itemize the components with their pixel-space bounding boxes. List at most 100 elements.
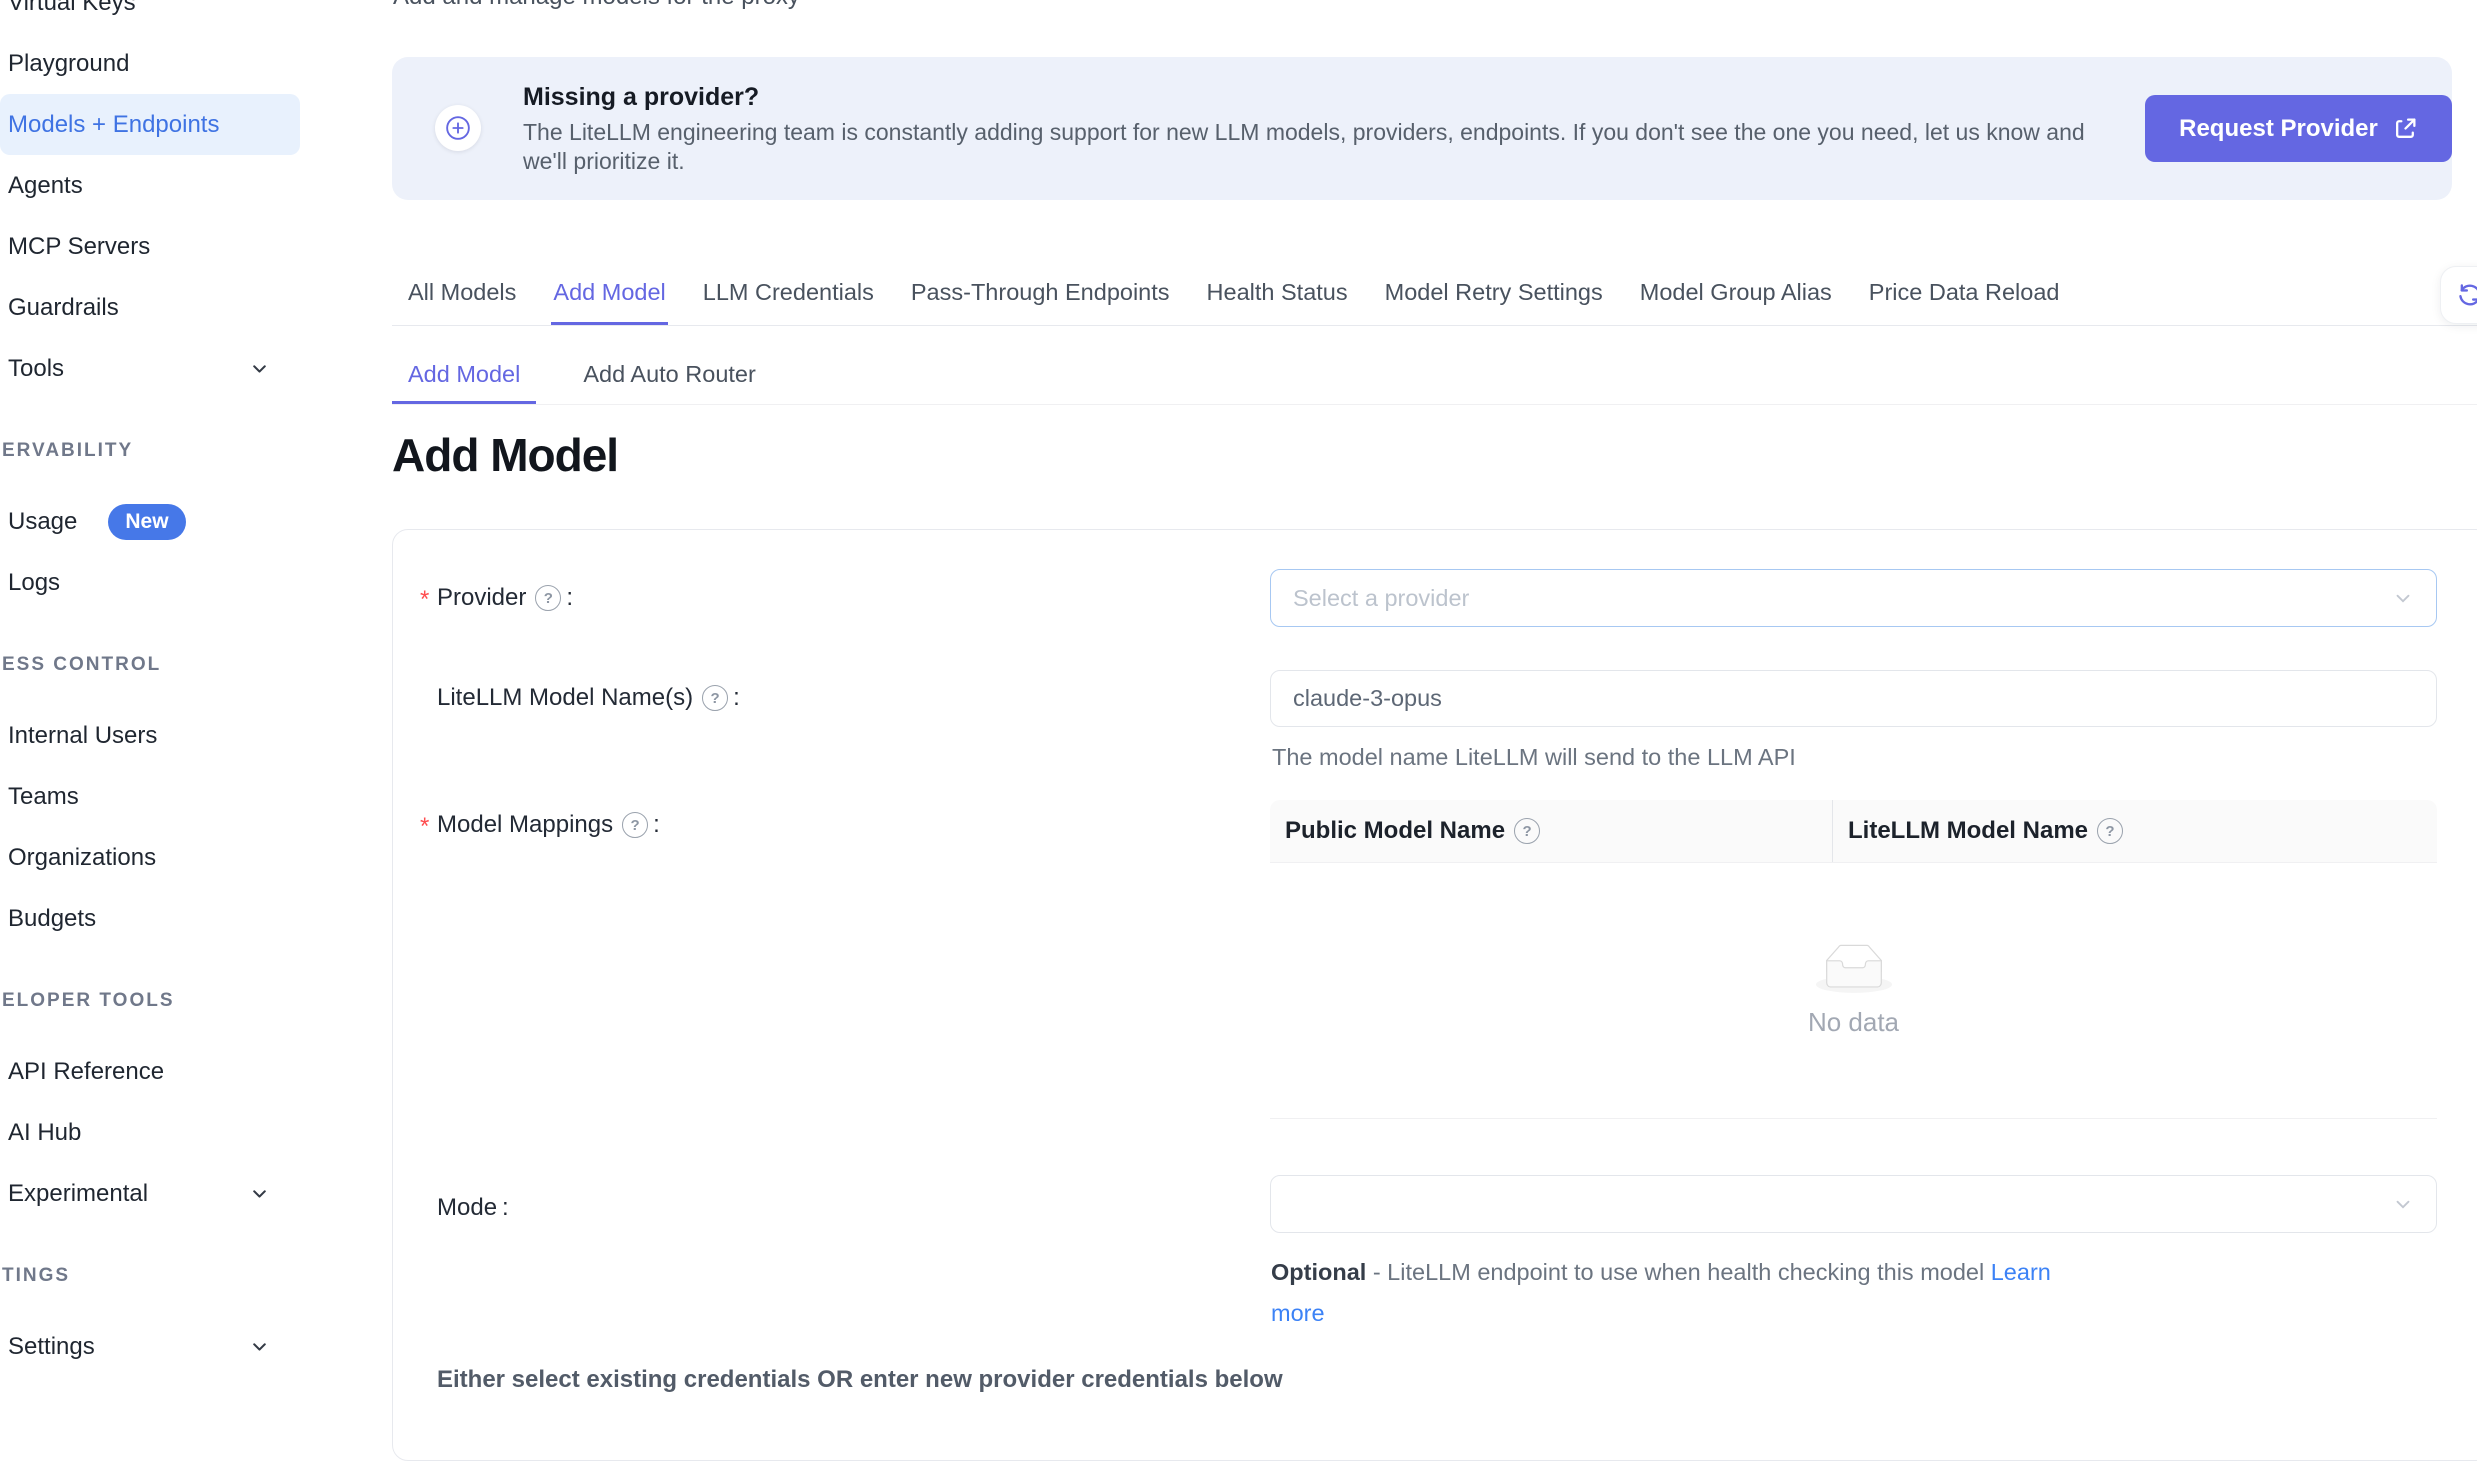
- label-colon: :: [502, 1194, 509, 1222]
- tab-health-status[interactable]: Health Status: [1205, 262, 1350, 325]
- sidebar-section-header: ELOPER TOOLS: [0, 970, 300, 1031]
- help-icon[interactable]: ?: [622, 812, 648, 838]
- banner-body: The LiteLLM engineering team is constant…: [523, 118, 2108, 176]
- help-icon[interactable]: ?: [702, 685, 728, 711]
- sidebar-section-header: ERVABILITY: [0, 420, 300, 481]
- provider-label-text: Provider: [437, 584, 526, 612]
- sidebar-item-api-reference[interactable]: API Reference: [0, 1041, 300, 1102]
- sidebar-item-label: Logs: [8, 569, 60, 597]
- sidebar-item-internal-users[interactable]: Internal Users: [0, 705, 300, 766]
- sidebar-item-teams[interactable]: Teams: [0, 766, 300, 827]
- mode-select[interactable]: [1270, 1175, 2437, 1233]
- new-badge: New: [108, 504, 185, 540]
- sidebar-item-agents[interactable]: Agents: [0, 155, 300, 216]
- subtab-add-auto-router[interactable]: Add Auto Router: [567, 348, 771, 404]
- sidebar-item-label: Settings: [8, 1333, 95, 1361]
- sidebar-item-models-endpoints[interactable]: Models + Endpoints: [0, 94, 300, 155]
- model-mappings-table: Public Model Name?LiteLLM Model Name? No…: [1270, 800, 2437, 1119]
- sidebar-item-label: AI Hub: [8, 1119, 81, 1147]
- tab-add-model[interactable]: Add Model: [551, 262, 667, 325]
- sidebar-item-label: Teams: [8, 783, 79, 811]
- model-name-label-text: LiteLLM Model Name(s): [437, 684, 693, 712]
- sidebar-section-header: ESS CONTROL: [0, 634, 300, 695]
- sidebar-item-logs[interactable]: Logs: [0, 552, 300, 613]
- sidebar-item-virtual-keys[interactable]: Virtual Keys: [0, 0, 300, 33]
- help-icon[interactable]: ?: [1514, 818, 1540, 844]
- mappings-header-row: Public Model Name?LiteLLM Model Name?: [1270, 800, 2437, 863]
- request-provider-label: Request Provider: [2179, 115, 2378, 143]
- chevron-down-icon: [2392, 587, 2414, 609]
- required-asterisk: *: [420, 586, 429, 614]
- sidebar-item-label: Budgets: [8, 905, 96, 933]
- sidebar-item-usage[interactable]: UsageNew: [0, 491, 300, 552]
- tab-llm-credentials[interactable]: LLM Credentials: [701, 262, 876, 325]
- chevron-down-icon: [249, 358, 270, 379]
- sidebar-section-header: TINGS: [0, 1245, 300, 1306]
- page-title: Add Model: [392, 428, 618, 482]
- empty-inbox-icon: [1816, 944, 1892, 993]
- help-icon[interactable]: ?: [535, 585, 561, 611]
- missing-provider-banner: Missing a provider? The LiteLLM engineer…: [392, 57, 2452, 200]
- banner-title: Missing a provider?: [523, 83, 759, 112]
- sidebar-item-tools[interactable]: Tools: [0, 338, 300, 399]
- mode-help-optional: Optional: [1271, 1259, 1366, 1285]
- sidebar-item-label: Guardrails: [8, 294, 119, 322]
- help-icon[interactable]: ?: [2097, 818, 2123, 844]
- sidebar-item-ai-hub[interactable]: AI Hub: [0, 1102, 300, 1163]
- model-name-help-text: The model name LiteLLM will send to the …: [1272, 744, 1796, 771]
- sidebar-item-label: Agents: [8, 172, 83, 200]
- chevron-down-icon: [2392, 1193, 2414, 1215]
- mode-help-rest: - LiteLLM endpoint to use when health ch…: [1366, 1259, 1990, 1285]
- sidebar-item-budgets[interactable]: Budgets: [0, 888, 300, 949]
- tab-model-group-alias[interactable]: Model Group Alias: [1638, 262, 1834, 325]
- sidebar-item-playground[interactable]: Playground: [0, 33, 300, 94]
- column-header-label: Public Model Name: [1285, 817, 1505, 845]
- sidebar-item-label: Virtual Keys: [8, 0, 136, 17]
- provider-label: * Provider ? :: [437, 582, 573, 614]
- chevron-down-icon: [249, 1336, 270, 1357]
- column-header-public-model-name: Public Model Name?: [1270, 800, 1832, 862]
- sidebar-item-label: MCP Servers: [8, 233, 150, 261]
- tab-price-data-reload[interactable]: Price Data Reload: [1867, 262, 2062, 325]
- sidebar-item-mcp-servers[interactable]: MCP Servers: [0, 216, 300, 277]
- sidebar-item-label: API Reference: [8, 1058, 164, 1086]
- model-name-input[interactable]: [1270, 670, 2437, 727]
- tab-pass-through-endpoints[interactable]: Pass-Through Endpoints: [909, 262, 1172, 325]
- sidebar-item-organizations[interactable]: Organizations: [0, 827, 300, 888]
- model-name-label: LiteLLM Model Name(s) ? :: [437, 682, 740, 714]
- no-data-text: No data: [1808, 1007, 1899, 1038]
- sidebar-item-settings[interactable]: Settings: [0, 1316, 300, 1377]
- sidebar-item-label: Models + Endpoints: [8, 111, 219, 139]
- refresh-button[interactable]: [2440, 266, 2477, 324]
- sidebar-nav: Virtual Keys Playground Models + Endpoints…: [0, 0, 300, 1377]
- external-link-icon: [2393, 116, 2418, 141]
- sidebar-item-label: Internal Users: [8, 722, 157, 750]
- refresh-icon: [2456, 281, 2477, 309]
- sidebar-item-label: Experimental: [8, 1180, 148, 1208]
- tabs-bar: All Models Add Model LLM Credentials Pass-T…: [392, 262, 2477, 326]
- mode-label-text: Mode: [437, 1194, 497, 1222]
- sidebar-item-guardrails[interactable]: Guardrails: [0, 277, 300, 338]
- mappings-empty-state: No data: [1270, 863, 2437, 1119]
- sidebar-item-label: Tools: [8, 355, 64, 383]
- provider-select-placeholder: Select a provider: [1293, 585, 1469, 612]
- request-provider-button[interactable]: Request Provider: [2145, 95, 2452, 162]
- chevron-down-icon: [249, 1183, 270, 1204]
- label-colon: :: [653, 811, 660, 839]
- label-colon: :: [733, 684, 740, 712]
- credentials-note: Either select existing credentials OR en…: [437, 1366, 1283, 1394]
- tab-model-retry-settings[interactable]: Model Retry Settings: [1383, 262, 1605, 325]
- subtabs-bar: Add Model Add Auto Router: [392, 348, 2477, 405]
- sidebar-item-label: Organizations: [8, 844, 156, 872]
- sidebar-item-experimental[interactable]: Experimental: [0, 1163, 300, 1224]
- main-content: Add and manage models for the proxy Miss…: [392, 0, 2477, 1385]
- required-asterisk: *: [420, 813, 429, 841]
- model-mappings-label-text: Model Mappings: [437, 811, 613, 839]
- label-colon: :: [566, 584, 573, 612]
- provider-select[interactable]: Select a provider: [1270, 569, 2437, 627]
- subtab-add-model[interactable]: Add Model: [392, 348, 536, 404]
- sidebar-item-label: Playground: [8, 50, 129, 78]
- page-subtitle: Add and manage models for the proxy: [393, 0, 800, 11]
- mode-help-text: Optional - LiteLLM endpoint to use when …: [1271, 1252, 2071, 1334]
- tab-all-models[interactable]: All Models: [406, 262, 518, 325]
